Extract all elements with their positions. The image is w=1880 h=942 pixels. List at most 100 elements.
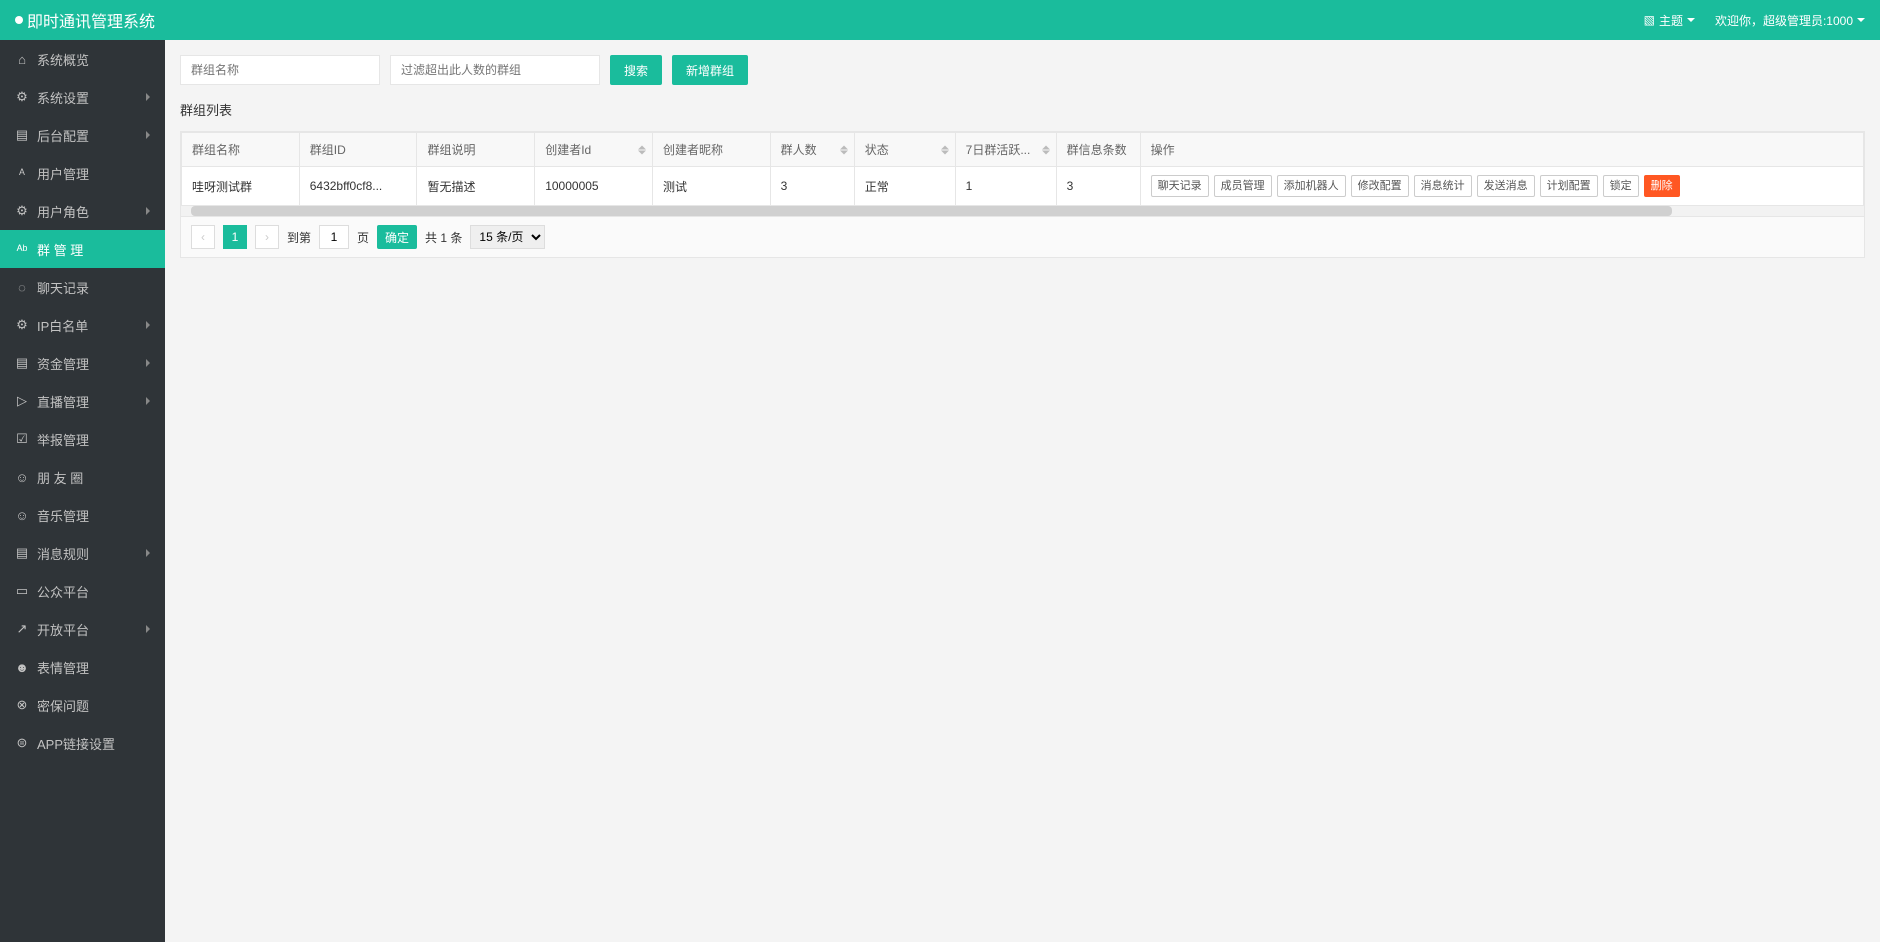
sidebar-item-15[interactable]: ↗开放平台 — [0, 610, 165, 648]
sort-icon — [1042, 145, 1050, 154]
column-header-2: 群组说明 — [417, 133, 535, 167]
column-header-8: 群信息条数 — [1056, 133, 1140, 167]
calendar-icon: ▤ — [15, 128, 29, 142]
cell-messages: 3 — [1056, 167, 1140, 206]
cell-creator_name: 测试 — [652, 167, 770, 206]
sidebar-item-3[interactable]: ᴬ用户管理 — [0, 154, 165, 192]
column-header-3[interactable]: 创建者Id — [535, 133, 653, 167]
main-content: 搜索 新增群组 群组列表 群组名称 群组ID 群组说明创建者Id 创建者昵称 群人数 状态… — [165, 40, 1880, 942]
palette-icon: ▧ — [1644, 13, 1655, 27]
page-unit: 页 — [357, 229, 369, 246]
group-name-input[interactable] — [180, 55, 380, 85]
logo-dot-icon — [15, 16, 23, 24]
chat-icon: ◌ — [15, 280, 29, 294]
chevron-right-icon — [146, 93, 150, 101]
action-button-4[interactable]: 消息统计 — [1414, 175, 1472, 197]
panel-title: 群组列表 — [180, 100, 1865, 119]
sidebar-item-label: 用户角色 — [37, 202, 89, 221]
table-header-row: 群组名称 群组ID 群组说明创建者Id 创建者昵称 群人数 状态 7日群活跃... 群信息条数… — [182, 133, 1864, 167]
sidebar-item-1[interactable]: ⚙系统设置 — [0, 78, 165, 116]
total-count: 共 1 条 — [425, 229, 462, 246]
prev-page-button[interactable]: ‹ — [191, 225, 215, 249]
sidebar-item-label: 资金管理 — [37, 354, 89, 373]
calendar-icon: ▤ — [15, 546, 29, 560]
action-button-5[interactable]: 发送消息 — [1477, 175, 1535, 197]
emoji-icon: ☻ — [15, 660, 29, 674]
column-label: 群人数 — [781, 143, 817, 157]
action-button-3[interactable]: 修改配置 — [1351, 175, 1409, 197]
sort-icon — [638, 145, 646, 154]
sidebar-item-10[interactable]: ☑举报管理 — [0, 420, 165, 458]
sidebar-item-label: 直播管理 — [37, 392, 89, 411]
sort-icon — [941, 145, 949, 154]
sidebar-item-0[interactable]: ⌂系统概览 — [0, 40, 165, 78]
sidebar-item-6[interactable]: ◌ 聊天记录 — [0, 268, 165, 306]
goto-confirm-button[interactable]: 确定 — [377, 225, 417, 249]
sidebar-item-11[interactable]: ☺朋 友 圈 — [0, 458, 165, 496]
column-label: 群组名称 — [192, 143, 240, 157]
action-button-0[interactable]: 聊天记录 — [1151, 175, 1209, 197]
chevron-right-icon — [146, 321, 150, 329]
sidebar-item-8[interactable]: ▤资金管理 — [0, 344, 165, 382]
column-label: 7日群活跃... — [966, 143, 1031, 157]
sidebar-item-label: 聊天记录 — [37, 278, 89, 297]
platform-icon: ▭ — [15, 584, 29, 598]
toolbar: 搜索 新增群组 — [180, 55, 1865, 85]
header-right: ▧ 主题 欢迎你，超级管理员:1000 — [1644, 12, 1865, 29]
action-button-6[interactable]: 计划配置 — [1540, 175, 1598, 197]
sidebar-item-label: 开放平台 — [37, 620, 89, 639]
sidebar-item-18[interactable]: ⊜APP链接设置 — [0, 724, 165, 762]
chevron-right-icon — [146, 397, 150, 405]
column-header-4: 创建者昵称 — [652, 133, 770, 167]
filter-members-input[interactable] — [390, 55, 600, 85]
horizontal-scrollbar[interactable] — [181, 206, 1864, 216]
column-label: 创建者昵称 — [663, 143, 723, 157]
play-icon: ▷ — [15, 394, 29, 408]
gear-icon: ⚙ — [15, 204, 29, 218]
theme-dropdown[interactable]: ▧ 主题 — [1644, 12, 1695, 29]
column-header-7[interactable]: 7日群活跃... — [955, 133, 1056, 167]
sidebar-item-5[interactable]: ᴬᵇ群 管 理 — [0, 230, 165, 268]
chevron-down-icon — [1687, 18, 1695, 22]
sidebar-item-label: 音乐管理 — [37, 506, 89, 525]
lock-icon: ⊗ — [15, 698, 29, 712]
column-header-6[interactable]: 状态 — [854, 133, 955, 167]
sidebar-item-label: 朋 友 圈 — [37, 468, 83, 487]
sidebar-item-17[interactable]: ⊗密保问题 — [0, 686, 165, 724]
sidebar-item-2[interactable]: ▤后台配置 — [0, 116, 165, 154]
pagesize-select[interactable]: 15 条/页 — [470, 225, 545, 249]
sidebar-item-7[interactable]: ⚙IP白名单 — [0, 306, 165, 344]
chevron-right-icon — [146, 625, 150, 633]
sidebar-item-4[interactable]: ⚙ 用户角色 — [0, 192, 165, 230]
column-label: 操作 — [1151, 143, 1175, 157]
action-button-1[interactable]: 成员管理 — [1214, 175, 1272, 197]
scrollbar-thumb[interactable] — [191, 206, 1672, 216]
sidebar-item-16[interactable]: ☻表情管理 — [0, 648, 165, 686]
goto-page-input[interactable] — [319, 225, 349, 249]
next-page-button[interactable]: › — [255, 225, 279, 249]
action-button-7[interactable]: 锁定 — [1603, 175, 1639, 197]
chevron-right-icon — [146, 549, 150, 557]
sidebar-item-13[interactable]: ▤消息规则 — [0, 534, 165, 572]
chevron-right-icon — [146, 359, 150, 367]
sidebar-item-14[interactable]: ▭ 公众平台 — [0, 572, 165, 610]
header: 即时通讯管理系统 ▧ 主题 欢迎你，超级管理员:1000 — [0, 0, 1880, 40]
column-header-5[interactable]: 群人数 — [770, 133, 854, 167]
column-label: 群组ID — [310, 143, 346, 157]
column-header-0: 群组名称 — [182, 133, 300, 167]
sort-icon — [840, 145, 848, 154]
sidebar-item-label: IP白名单 — [37, 316, 88, 335]
sidebar-item-label: 举报管理 — [37, 430, 89, 449]
sidebar-item-label: 公众平台 — [37, 582, 89, 601]
search-button[interactable]: 搜索 — [610, 55, 662, 85]
sidebar-item-12[interactable]: ☺音乐管理 — [0, 496, 165, 534]
app-title: 即时通讯管理系统 — [27, 8, 155, 32]
sidebar-item-9[interactable]: ▷ 直播管理 — [0, 382, 165, 420]
chevron-down-icon — [1857, 18, 1865, 22]
action-button-8[interactable]: 删除 — [1644, 175, 1680, 197]
user-dropdown[interactable]: 欢迎你，超级管理员:1000 — [1715, 12, 1865, 29]
welcome-text: 欢迎你，超级管理员:1000 — [1715, 12, 1853, 29]
action-button-2[interactable]: 添加机器人 — [1277, 175, 1346, 197]
page-number-1[interactable]: 1 — [223, 225, 247, 249]
add-group-button[interactable]: 新增群组 — [672, 55, 748, 85]
